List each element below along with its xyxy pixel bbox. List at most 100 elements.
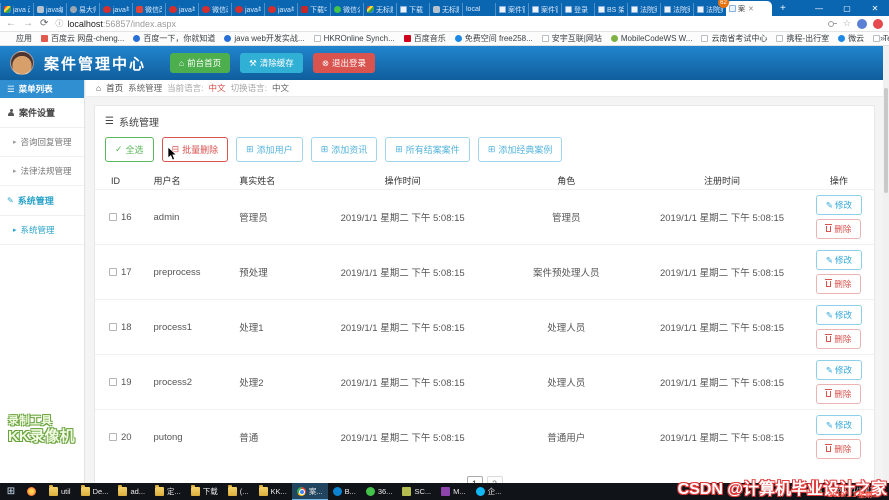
profile-avatar-icon[interactable]: [857, 19, 867, 29]
current-language-value[interactable]: 中文: [209, 82, 226, 94]
sidebar-item-system-management[interactable]: ✎ 系统管理: [0, 186, 84, 216]
bookmark-item[interactable]: 云南省考试中心: [701, 33, 767, 44]
scrollbar-thumb[interactable]: [884, 88, 888, 193]
browser-tab[interactable]: 法院案 62: [693, 3, 726, 16]
forward-icon[interactable]: →: [23, 19, 33, 29]
extension-icon[interactable]: [873, 19, 883, 29]
row-checkbox[interactable]: [109, 213, 117, 221]
delete-button[interactable]: 删除: [816, 439, 861, 459]
browser-tab[interactable]: BS 架: [594, 3, 627, 16]
page-button[interactable]: 1: [467, 476, 483, 483]
panel-toolbar-button[interactable]: ⊞ 添加资讯: [311, 137, 378, 162]
browser-tab[interactable]: java毕: [165, 3, 198, 16]
taskbar-item[interactable]: 企...: [471, 483, 507, 500]
browser-tab[interactable]: java毕: [231, 3, 264, 16]
bookmark-item[interactable]: HKROnline Synch...: [314, 34, 395, 43]
close-button[interactable]: ✕: [861, 0, 889, 16]
bookmarks-overflow-icon[interactable]: »: [880, 33, 885, 43]
taskbar-item[interactable]: ad...: [113, 483, 150, 500]
taskbar-item[interactable]: M...: [436, 483, 471, 500]
row-checkbox[interactable]: [109, 323, 117, 331]
sidebar-item-case-settings[interactable]: 案件设置: [0, 98, 84, 128]
taskbar-item[interactable]: 下载: [186, 483, 223, 500]
sidebar-subitem-system-management[interactable]: ▸ 系统管理: [0, 216, 84, 245]
bookmark-item[interactable]: 百度云 网盘-cheng...: [41, 33, 124, 44]
browser-tab[interactable]: 微信改: [132, 3, 165, 16]
password-key-icon[interactable]: [828, 21, 837, 26]
reload-icon[interactable]: ⟳: [40, 19, 48, 29]
browser-tab[interactable]: java编: [33, 3, 66, 16]
browser-tab[interactable]: java毕: [99, 3, 132, 16]
row-checkbox[interactable]: [109, 268, 117, 276]
browser-tab[interactable]: 案 ✕: [726, 1, 772, 16]
taskbar-item[interactable]: util: [44, 483, 76, 500]
edit-button[interactable]: ✎ 修改: [816, 305, 862, 325]
browser-tab[interactable]: java 改: [0, 3, 33, 16]
taskbar-item[interactable]: 36...: [361, 483, 398, 500]
row-checkbox[interactable]: [109, 378, 117, 386]
breadcrumb-home[interactable]: 首页: [106, 82, 123, 94]
taskbar-item[interactable]: De...: [76, 483, 114, 500]
address-bar[interactable]: ⓘ localhost:56857/index.aspx: [55, 18, 821, 29]
edit-button[interactable]: ✎ 修改: [816, 250, 862, 270]
panel-toolbar-button[interactable]: ⊞ 添加用户: [236, 137, 303, 162]
bookmark-star-icon[interactable]: ☆: [843, 18, 851, 29]
tab-close-icon[interactable]: ✕: [748, 5, 754, 13]
browser-tab[interactable]: 法院案: [660, 3, 693, 16]
browser-tab[interactable]: 下载中: [297, 3, 330, 16]
minimize-button[interactable]: —: [805, 0, 833, 16]
row-checkbox[interactable]: [109, 433, 117, 441]
bookmark-item[interactable]: 携程-出行室: [776, 33, 829, 44]
header-button[interactable]: ⌂ 前台首页: [170, 53, 230, 73]
browser-tab[interactable]: 案件管: [528, 3, 561, 16]
edit-button[interactable]: ✎ 修改: [816, 360, 862, 380]
bookmark-item[interactable]: java web开发实战...: [224, 33, 304, 44]
browser-tab[interactable]: 易大师: [66, 3, 99, 16]
browser-tab[interactable]: 法院案: [627, 3, 660, 16]
taskbar-item[interactable]: [22, 483, 44, 500]
bookmark-item[interactable]: 百度音乐: [404, 33, 446, 44]
bookmark-item[interactable]: 免费空间 free258...: [455, 33, 533, 44]
bookmark-item[interactable]: 应用: [6, 33, 32, 44]
taskbar-item[interactable]: (...: [223, 483, 254, 500]
page-button[interactable]: 2: [487, 476, 503, 483]
taskbar-item[interactable]: 定...: [150, 483, 186, 500]
header-button[interactable]: ⊗ 退出登录: [313, 53, 375, 73]
browser-tab[interactable]: 无标题: [429, 3, 462, 16]
browser-tab[interactable]: 案件管: [495, 3, 528, 16]
browser-tab[interactable]: 无标题: [363, 3, 396, 16]
bookmark-item[interactable]: MobileCodeWS W...: [611, 34, 693, 43]
header-button[interactable]: ⚒ 清除缓存: [240, 53, 303, 73]
edit-button[interactable]: ✎ 修改: [816, 415, 862, 435]
delete-button[interactable]: 删除: [816, 384, 861, 404]
start-button[interactable]: ⊞: [0, 483, 22, 500]
sidebar-subitem[interactable]: ▸ 咨询回复管理: [0, 128, 84, 157]
panel-toolbar-button[interactable]: ⊞ 添加经典案例: [478, 137, 563, 162]
browser-tab[interactable]: local: [462, 3, 495, 16]
taskbar-item[interactable]: SC...: [397, 483, 436, 500]
panel-toolbar-button[interactable]: ⊞ 所有结案案件: [385, 137, 470, 162]
browser-tab[interactable]: 微信公: [330, 3, 363, 16]
browser-tab[interactable]: 微信改: [198, 3, 231, 16]
maximize-button[interactable]: ▢: [833, 0, 861, 16]
delete-button[interactable]: 删除: [816, 274, 861, 294]
bookmark-item[interactable]: 安宇互联|网站: [542, 33, 602, 44]
new-tab-button[interactable]: +: [772, 3, 794, 14]
sidebar-subitem[interactable]: ▸ 法律法规管理: [0, 157, 84, 186]
delete-button[interactable]: 删除: [816, 219, 861, 239]
switch-language-value[interactable]: 中文: [272, 82, 289, 94]
bookmark-item[interactable]: 百度一下，你就知道: [133, 33, 215, 44]
page-scrollbar[interactable]: [883, 46, 889, 483]
site-info-icon[interactable]: ⓘ: [55, 18, 63, 29]
taskbar-item[interactable]: 案...: [292, 483, 328, 500]
bookmark-item[interactable]: 微云: [838, 33, 864, 44]
breadcrumb-section[interactable]: 系统管理: [128, 82, 162, 94]
browser-tab[interactable]: java毕: [264, 3, 297, 16]
delete-button[interactable]: 删除: [816, 329, 861, 349]
edit-button[interactable]: ✎ 修改: [816, 195, 862, 215]
taskbar-item[interactable]: KK...: [254, 483, 292, 500]
browser-tab[interactable]: 下载: [396, 3, 429, 16]
back-icon[interactable]: ←: [6, 19, 16, 29]
browser-tab[interactable]: 登录: [561, 3, 594, 16]
taskbar-item[interactable]: B...: [328, 483, 361, 500]
